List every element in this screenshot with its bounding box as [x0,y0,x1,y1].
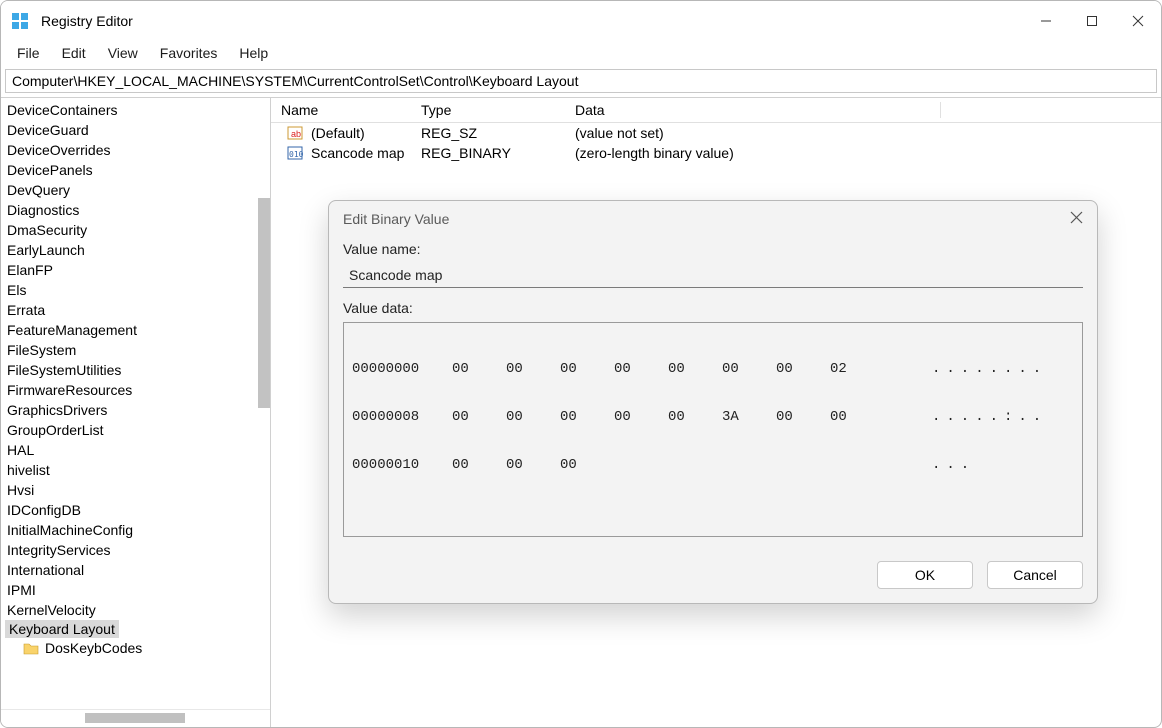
hex-bytes: 0000000000000002 [452,361,932,377]
tree-item[interactable]: Els [1,280,270,300]
ok-button[interactable]: OK [877,561,973,589]
tree-item[interactable]: Hvsi [1,480,270,500]
value-data-label: Value data: [343,300,1083,316]
tree-item-selected[interactable]: Keyboard Layout [5,620,119,638]
hex-bytes: 000000 [452,457,932,473]
list-row[interactable]: 010 Scancode map REG_BINARY (zero-length… [271,143,1161,163]
hex-offset: 00000000 [352,361,452,377]
address-bar[interactable]: Computer\HKEY_LOCAL_MACHINE\SYSTEM\Curre… [5,69,1157,93]
menu-file[interactable]: File [7,43,50,63]
app-icon [11,12,29,30]
tree-item[interactable]: Errata [1,300,270,320]
tree-item[interactable]: International [1,560,270,580]
tree-item[interactable]: FeatureManagement [1,320,270,340]
list-header: Name Type Data [271,98,1161,123]
tree-item[interactable]: DeviceContainers [1,100,270,120]
menu-edit[interactable]: Edit [52,43,96,63]
value-name: (Default) [311,125,365,141]
hex-ascii: ... [932,457,1074,473]
tree-item[interactable]: DevicePanels [1,160,270,180]
svg-text:010: 010 [289,150,303,159]
window-controls [1023,1,1161,41]
list-row[interactable]: ab (Default) REG_SZ (value not set) [271,123,1161,143]
tree-item[interactable]: FirmwareResources [1,380,270,400]
string-value-icon: ab [287,125,303,141]
tree-scrollbar-thumb[interactable] [258,198,270,408]
col-type[interactable]: Type [421,102,571,118]
tree-item[interactable]: hivelist [1,460,270,480]
dialog-close-button[interactable] [1070,211,1083,227]
tree-item[interactable]: FileSystem [1,340,270,360]
tree-hscroll-thumb[interactable] [85,713,185,723]
menu-view[interactable]: View [98,43,148,63]
edit-binary-dialog: Edit Binary Value Value name: Scancode m… [328,200,1098,604]
hex-ascii: ........ [932,361,1074,377]
tree-item[interactable]: IPMI [1,580,270,600]
hex-ascii: .....:.. [932,409,1074,425]
tree-item[interactable]: IntegrityServices [1,540,270,560]
tree-item[interactable]: DmaSecurity [1,220,270,240]
cancel-button[interactable]: Cancel [987,561,1083,589]
menu-help[interactable]: Help [229,43,278,63]
maximize-button[interactable] [1069,1,1115,41]
tree-item[interactable]: DeviceOverrides [1,140,270,160]
hex-offset: 00000008 [352,409,452,425]
menubar: File Edit View Favorites Help [1,41,1161,69]
tree-item[interactable]: FileSystemUtilities [1,360,270,380]
value-type: REG_SZ [421,125,571,141]
tree-item[interactable]: KernelVelocity [1,600,270,620]
tree-item-child[interactable]: DosKeybCodes [1,638,270,658]
value-data: (zero-length binary value) [571,145,1161,161]
value-name: Scancode map [311,145,404,161]
tree-item[interactable]: IDConfigDB [1,500,270,520]
value-name-label: Value name: [343,241,1083,257]
hex-editor[interactable]: 00000000 0000000000000002 ........ 00000… [343,322,1083,537]
value-name-input[interactable]: Scancode map [343,263,1083,288]
tree-item[interactable]: InitialMachineConfig [1,520,270,540]
tree-item[interactable]: GraphicsDrivers [1,400,270,420]
window-title: Registry Editor [41,13,1023,29]
binary-value-icon: 010 [287,145,303,161]
tree-item[interactable]: DevQuery [1,180,270,200]
tree-item[interactable]: HAL [1,440,270,460]
col-name[interactable]: Name [271,102,421,118]
close-button[interactable] [1115,1,1161,41]
col-data[interactable]: Data [571,102,941,118]
tree-item[interactable]: EarlyLaunch [1,240,270,260]
dialog-titlebar: Edit Binary Value [329,201,1097,235]
folder-icon [23,641,39,655]
tree-item[interactable]: DeviceGuard [1,120,270,140]
value-type: REG_BINARY [421,145,571,161]
titlebar: Registry Editor [1,1,1161,41]
hex-bytes: 00000000003A0000 [452,409,932,425]
list-body: ab (Default) REG_SZ (value not set) 010 … [271,123,1161,163]
value-data: (value not set) [571,125,1161,141]
svg-text:ab: ab [291,129,301,139]
dialog-title: Edit Binary Value [343,211,449,227]
tree-item[interactable]: ElanFP [1,260,270,280]
tree-pane[interactable]: DeviceContainers DeviceGuard DeviceOverr… [1,98,271,727]
menu-favorites[interactable]: Favorites [150,43,228,63]
tree-item-label: DosKeybCodes [45,640,142,656]
tree-item[interactable]: Diagnostics [1,200,270,220]
tree-item[interactable]: GroupOrderList [1,420,270,440]
minimize-button[interactable] [1023,1,1069,41]
hex-offset: 00000010 [352,457,452,473]
